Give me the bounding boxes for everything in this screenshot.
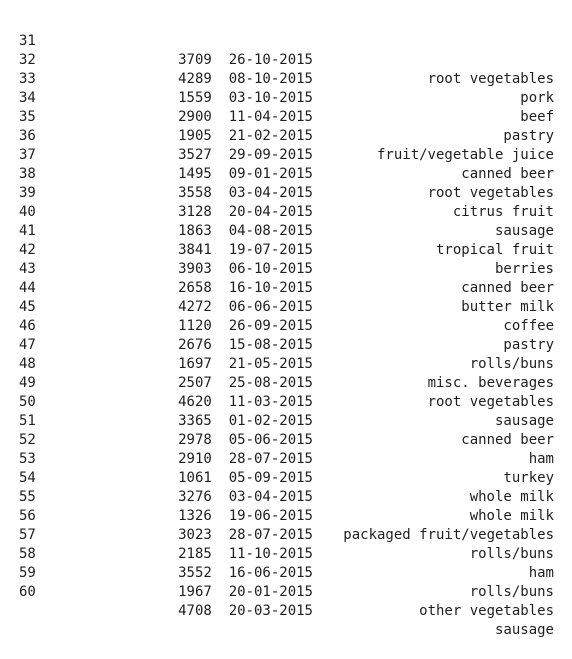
row-number: 4708 [178, 603, 212, 619]
row-number-date: 1967 20-01-2015 [178, 583, 313, 602]
table-row: 49 4620 11-03-2015 sausage [0, 355, 572, 429]
table-row: 38 3558 03-04-2015 citrus fruit [0, 146, 572, 220]
table-row: 48 2507 25-08-2015 root vegetables [0, 336, 572, 410]
table-row: 46 2676 15-08-2015 rolls/buns [0, 298, 572, 372]
table-row: 39 3128 20-04-2015 sausage [0, 165, 572, 239]
row-item: rolls/buns [469, 584, 554, 600]
row-date: 20-03-2015 [228, 603, 313, 619]
table-row: 33 1559 03-10-2015 beef [0, 51, 572, 125]
table-row: 50 3365 01-02-2015 canned beer [0, 374, 572, 448]
row-item: sausage [494, 622, 554, 638]
table-row: 43 2658 16-10-2015 butter milk [0, 241, 572, 315]
table-row: 45 1120 26-09-2015 pastry [0, 279, 572, 353]
table-row: 31 3709 26-10-2015 root vegetables [0, 13, 572, 87]
table-row: 34 2900 11-04-2015 pastry [0, 70, 572, 144]
dataframe-text-output: vegetables 31 3709 26-10-2015 root veget… [0, 0, 572, 638]
table-row: 54 3276 03-04-2015 whole milk [0, 450, 572, 524]
table-row: 55 1326 19-06-2015 packaged fruit/vegeta… [0, 469, 572, 543]
table-row: 59 1967 20-01-2015 other vegetables [0, 545, 572, 619]
table-row: 53 1061 05-09-2015 whole milk [0, 431, 572, 505]
row-date: 20-01-2015 [228, 584, 313, 600]
table-row: 60 4708 20-03-2015 sausage [0, 564, 572, 638]
table-row: 44 4272 06-06-2015 coffee [0, 260, 572, 334]
table-row: 41 3841 19-07-2015 berries [0, 203, 572, 277]
table-row: 32 4289 08-10-2015 pork [0, 32, 572, 106]
row-item: other vegetables [419, 603, 554, 619]
table-row: 58 3552 16-06-2015 rolls/buns [0, 526, 572, 600]
table-row: 56 3023 28-07-2015 rolls/buns [0, 488, 572, 562]
table-row: 51 2978 05-06-2015 ham [0, 393, 572, 467]
table-row: 36 3527 29-09-2015 canned beer [0, 108, 572, 182]
table-row: 37 1495 09-01-2015 root vegetables [0, 127, 572, 201]
table-row: 47 1697 21-05-2015 misc. beverages [0, 317, 572, 391]
table-row: 57 2185 11-10-2015 ham [0, 507, 572, 581]
row-index: 60 [19, 584, 36, 600]
row-number: 1967 [178, 584, 212, 600]
row-number-date: 4708 20-03-2015 [178, 602, 313, 621]
table-row: 35 1905 21-02-2015 fruit/vegetable juice [0, 89, 572, 163]
table-row: 52 2910 28-07-2015 turkey [0, 412, 572, 486]
table-row: 42 3903 06-10-2015 canned beer [0, 222, 572, 296]
table-row: vegetables [0, 0, 572, 13]
table-row: 40 1863 04-08-2015 tropical fruit [0, 184, 572, 258]
